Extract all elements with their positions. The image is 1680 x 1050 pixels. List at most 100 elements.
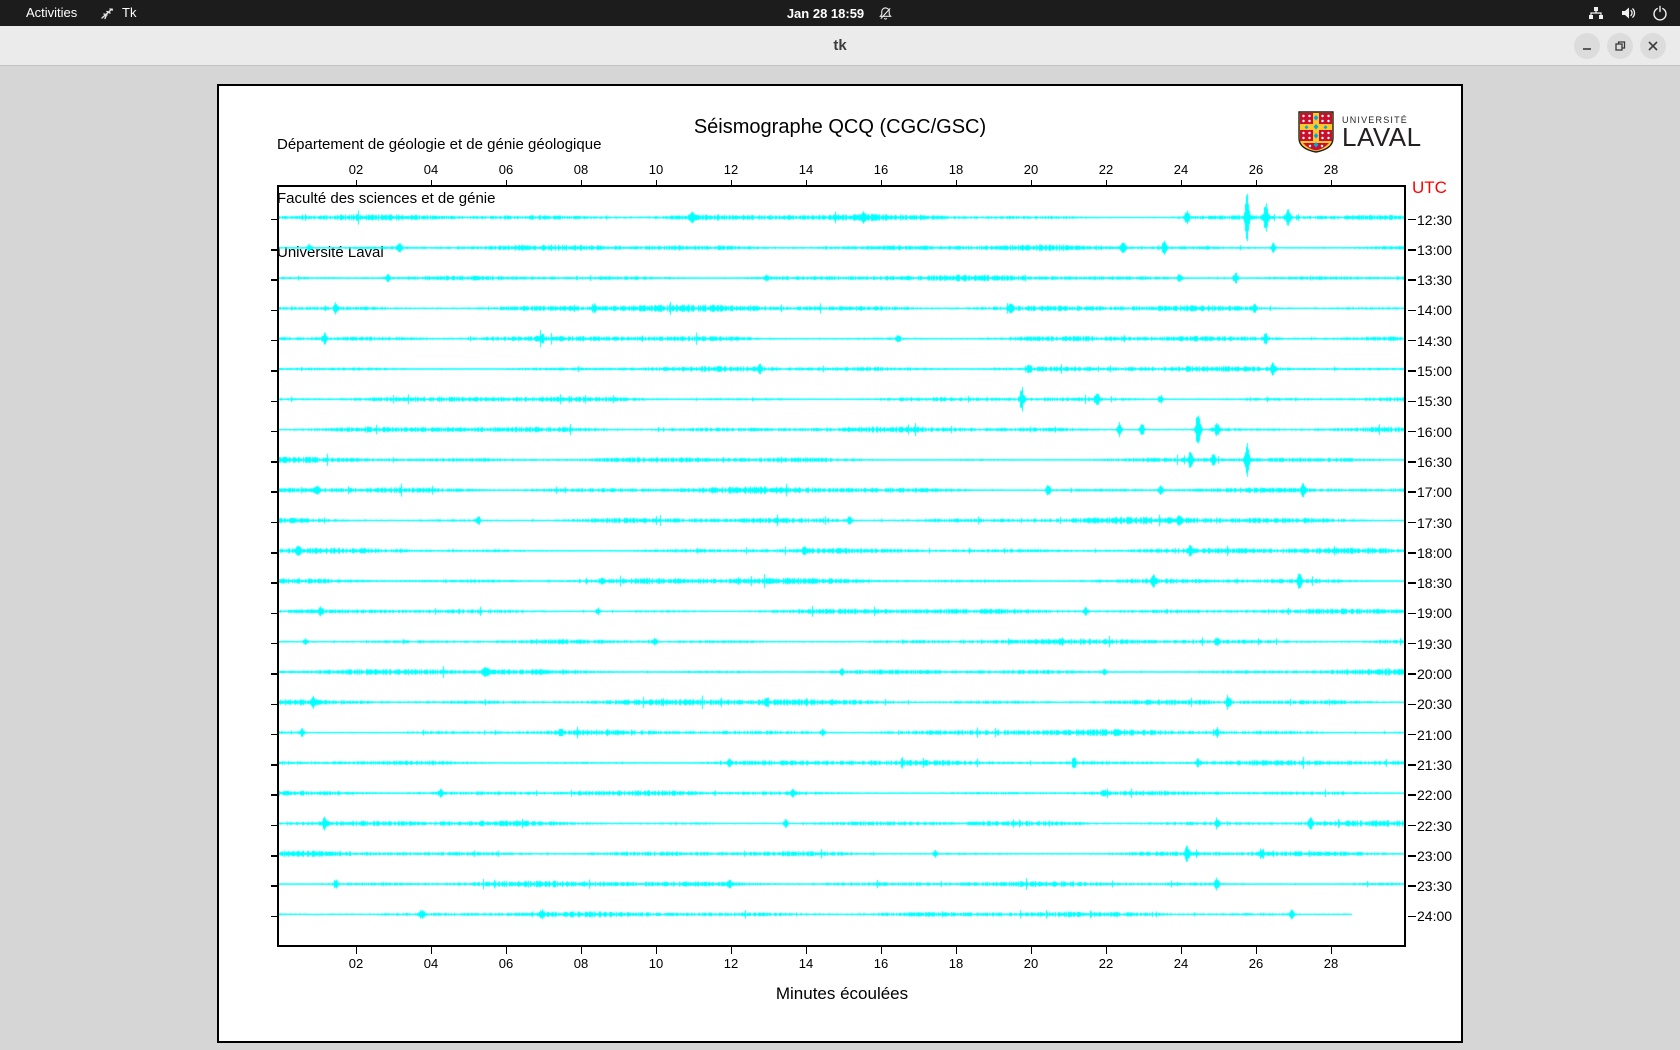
window-title-bar[interactable]: tk (0, 26, 1680, 66)
trace-tick-right (1408, 612, 1416, 615)
x-tick-top (955, 180, 957, 187)
seismogram-plot-box (277, 185, 1406, 947)
trace-time-label: 23:00 (1417, 847, 1453, 864)
trace-tick-left (271, 218, 279, 221)
trace-tick-right (1408, 642, 1416, 645)
trace-tick-right (1408, 430, 1416, 433)
trace-time-label: 23:30 (1417, 878, 1453, 895)
volume-icon (1620, 5, 1636, 21)
trace-tick-left (271, 339, 279, 342)
trace-tick-left (271, 915, 279, 918)
x-tick-label-top: 08 (573, 162, 589, 177)
trace-tick-right (1408, 794, 1416, 796)
page-title: Séismographe QCQ (CGC/GSC) (693, 116, 987, 138)
x-axis-title: Minutes écoulées (775, 984, 909, 1003)
trace-time-label: 16:00 (1417, 423, 1453, 440)
power-icon (1652, 5, 1668, 21)
trace-tick-right (1408, 370, 1416, 372)
seismograph-canvas-panel: Département de géologie et de génie géol… (217, 84, 1463, 1043)
trace-time-label: 20:30 (1417, 696, 1453, 713)
trace-tick-right (1408, 400, 1416, 403)
trace-tick-left (271, 855, 279, 857)
x-tick-top (430, 180, 432, 187)
trace-tick-left (271, 309, 279, 312)
trace-tick-left (271, 824, 279, 827)
x-tick-label-top: 22 (1098, 162, 1114, 177)
trace-tick-right (1408, 309, 1416, 312)
trace-tick-right (1408, 915, 1416, 918)
x-tick-label-top: 28 (1323, 162, 1339, 177)
x-tick-label-bottom: 28 (1323, 956, 1339, 971)
x-tick-label-top: 02 (348, 162, 364, 177)
x-tick-label-bottom: 16 (873, 956, 889, 971)
x-tick-bottom (805, 947, 807, 954)
x-tick-label-top: 20 (1023, 162, 1039, 177)
x-tick-label-bottom: 10 (648, 956, 664, 971)
notifications-muted-icon (878, 6, 893, 21)
universite-laval-logo: UNIVERSITÉ LAVAL (1298, 111, 1422, 158)
x-tick-label-bottom: 22 (1098, 956, 1114, 971)
trace-tick-left (271, 885, 279, 887)
trace-tick-left (271, 521, 279, 524)
trace-tick-right (1408, 673, 1416, 675)
x-tick-label-bottom: 06 (498, 956, 514, 971)
window-title: tk (833, 37, 847, 54)
x-tick-label-bottom: 18 (948, 956, 964, 971)
trace-tick-right (1408, 249, 1416, 251)
utc-label: UTC (1412, 178, 1447, 197)
trace-time-label: 24:00 (1417, 908, 1453, 925)
trace-time-label: 13:30 (1417, 272, 1453, 289)
tk-logo-icon (100, 6, 115, 21)
x-tick-bottom (1030, 947, 1032, 954)
trace-tick-right (1408, 461, 1416, 463)
trace-tick-left (271, 673, 279, 675)
x-tick-label-bottom: 24 (1173, 956, 1189, 971)
x-tick-top (580, 180, 582, 187)
clock[interactable]: Jan 28 18:59 (787, 6, 864, 21)
x-tick-label-bottom: 26 (1248, 956, 1264, 971)
trace-tick-left (271, 612, 279, 615)
system-status-area[interactable] (1588, 0, 1668, 26)
trace-tick-left (271, 764, 279, 766)
x-tick-label-top: 26 (1248, 162, 1264, 177)
trace-tick-left (271, 491, 279, 493)
maximize-button[interactable] (1607, 33, 1633, 59)
gnome-top-bar: Activities Tk Jan 28 18:59 (0, 0, 1680, 26)
close-button[interactable] (1640, 33, 1666, 59)
trace-time-label: 19:30 (1417, 635, 1453, 652)
x-tick-label-bottom: 02 (348, 956, 364, 971)
trace-tick-left (271, 370, 279, 372)
x-tick-bottom (1180, 947, 1182, 954)
x-tick-label-top: 18 (948, 162, 964, 177)
x-tick-label-bottom: 08 (573, 956, 589, 971)
x-tick-top (1105, 180, 1107, 187)
x-tick-bottom (1105, 947, 1107, 954)
trace-tick-left (271, 461, 279, 463)
x-tick-top (805, 180, 807, 187)
trace-time-label: 13:00 (1417, 241, 1453, 258)
minimize-button[interactable] (1574, 33, 1600, 59)
x-tick-label-bottom: 20 (1023, 956, 1039, 971)
laval-logo-text: UNIVERSITÉ LAVAL (1342, 111, 1422, 150)
trace-tick-left (271, 794, 279, 796)
trace-tick-left (271, 642, 279, 645)
trace-tick-left (271, 279, 279, 281)
x-tick-label-bottom: 14 (798, 956, 814, 971)
app-menu[interactable]: Tk (100, 0, 136, 26)
x-tick-bottom (505, 947, 507, 954)
trace-time-label: 21:30 (1417, 756, 1453, 773)
trace-time-label: 18:00 (1417, 544, 1453, 561)
trace-time-label: 17:30 (1417, 514, 1453, 531)
trace-time-label: 17:00 (1417, 484, 1453, 501)
trace-tick-right (1408, 764, 1416, 766)
activities-button[interactable]: Activities (14, 0, 89, 26)
x-tick-bottom (655, 947, 657, 954)
trace-tick-right (1408, 552, 1416, 554)
x-tick-label-bottom: 04 (423, 956, 439, 971)
trace-time-label: 16:30 (1417, 453, 1453, 470)
x-tick-label-top: 04 (423, 162, 439, 177)
trace-tick-left (271, 733, 279, 736)
trace-tick-left (271, 703, 279, 706)
x-tick-bottom (1255, 947, 1257, 954)
laval-shield-icon (1298, 111, 1334, 158)
